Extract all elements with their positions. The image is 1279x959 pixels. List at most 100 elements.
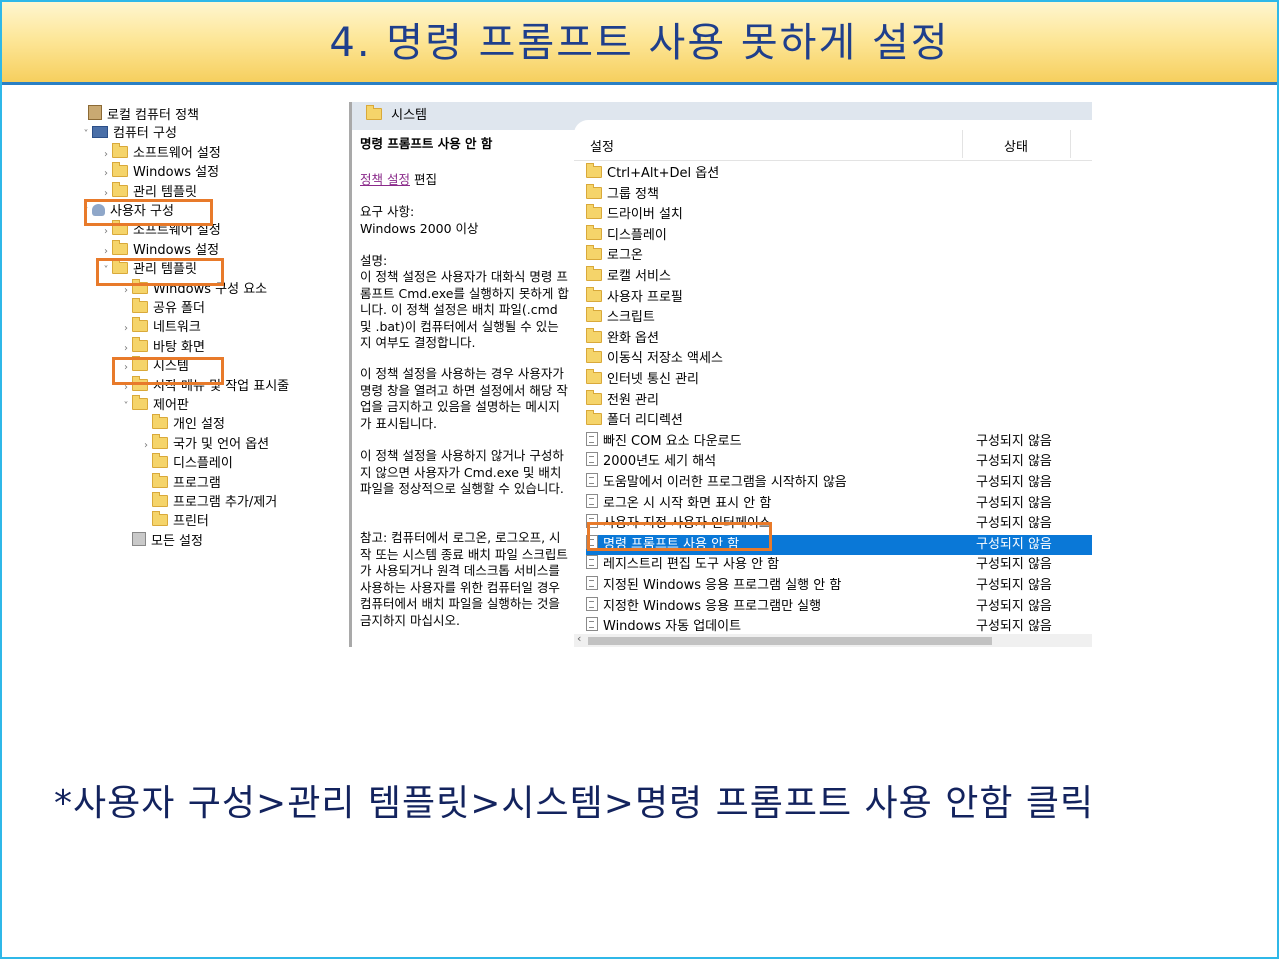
column-state[interactable]: 상태: [1004, 136, 1028, 155]
folder-icon: [152, 511, 168, 527]
scroll-left-icon[interactable]: ‹: [577, 632, 581, 645]
row-state: 구성되지 않음: [976, 578, 1052, 593]
folder-icon: [152, 433, 168, 449]
folder-row[interactable]: 그룹 정책: [586, 183, 1092, 205]
folder-icon: [132, 395, 148, 410]
computer-icon: [92, 126, 108, 139]
tree-item[interactable]: › Windows 설정: [100, 162, 219, 183]
policy-row[interactable]: 레지스트리 편집 도구 사용 안 함 구성되지 않음: [586, 555, 1092, 575]
chevron-right-icon[interactable]: ›: [100, 145, 112, 164]
row-label: 사용자 프로필: [607, 289, 683, 305]
row-label: 레지스트리 편집 도구 사용 안 함: [603, 557, 780, 573]
edit-policy-line: 정책 설정 편집: [360, 172, 437, 189]
policy-icon: [586, 431, 598, 446]
folder-icon: [112, 142, 128, 158]
requirements-label: 요구 사항:: [360, 204, 415, 219]
folder-row[interactable]: 전원 관리: [586, 389, 1092, 411]
tree-item[interactable]: ˅ 컴퓨터 구성: [80, 124, 177, 143]
row-label: 이동식 저장소 액세스: [607, 351, 723, 367]
row-state: 구성되지 않음: [976, 536, 1052, 552]
slide-title: 4. 명령 프롬프트 사용 못하게 설정: [329, 20, 950, 66]
tree-item-label: Windows 설정: [133, 242, 220, 258]
folder-row[interactable]: 로그온: [586, 245, 1092, 266]
folder-icon: [586, 286, 602, 302]
folder-row[interactable]: 스크립트: [586, 307, 1092, 328]
slide-caption: *사용자 구성>관리 템플릿>시스템>명령 프롬프트 사용 안함 클릭: [54, 783, 1095, 824]
chevron-down-icon[interactable]: ˅: [80, 125, 92, 144]
folder-row[interactable]: 로캘 서비스: [586, 266, 1092, 287]
tree-item-label: 디스플레이: [173, 456, 233, 472]
chevron-right-icon[interactable]: ›: [140, 436, 152, 455]
tree-item[interactable]: 개인 설정: [140, 414, 225, 434]
folder-row[interactable]: 드라이버 설치: [586, 204, 1092, 225]
folder-row[interactable]: 폴더 리디렉션: [586, 410, 1092, 431]
folder-row[interactable]: 이동식 저장소 액세스: [586, 348, 1092, 369]
policy-row[interactable]: 지정된 Windows 응용 프로그램 실행 안 함 구성되지 않음: [586, 576, 1092, 596]
tree-item[interactable]: 디스플레이: [140, 453, 233, 473]
highlight-user-config: [84, 199, 213, 226]
column-separator[interactable]: [962, 130, 963, 158]
tree-item[interactable]: 프린터: [140, 511, 209, 531]
folder-icon: [586, 307, 602, 323]
policy-icon: [586, 596, 598, 611]
row-label: 인터넷 통신 관리: [607, 372, 699, 387]
chevron-right-icon[interactable]: ›: [120, 319, 132, 338]
tree-item[interactable]: 프로그램 추가/제거: [140, 492, 277, 512]
chevron-down-icon[interactable]: ˅: [120, 397, 132, 416]
folder-icon: [366, 105, 387, 123]
column-setting[interactable]: 설정: [590, 136, 614, 155]
policy-row[interactable]: 빠진 COM 요소 다운로드 구성되지 않음: [586, 431, 1092, 452]
chevron-right-icon[interactable]: ›: [100, 164, 112, 183]
tree-item-label: 관리 템플릿: [133, 184, 197, 200]
folder-row[interactable]: 완화 옵션: [586, 327, 1092, 349]
all-settings-icon: [132, 531, 146, 546]
gpedit-screenshot: 로컬 컴퓨터 정책 ˅ 컴퓨터 구성 › 소프트웨어 설정 › Windows 설정 › 관리 …: [74, 102, 1092, 647]
highlight-system: [112, 357, 224, 385]
tree-item[interactable]: › 소프트웨어 설정: [100, 142, 221, 164]
tree-item[interactable]: › 바탕 화면: [120, 336, 205, 358]
column-header: 설정 상태: [574, 120, 1092, 161]
tree-item-label: 프로그램: [173, 475, 221, 491]
folder-row[interactable]: 사용자 프로필: [586, 286, 1092, 308]
horizontal-scrollbar[interactable]: ‹: [574, 632, 1092, 647]
edit-policy-link[interactable]: 정책 설정: [360, 172, 410, 187]
tree-item[interactable]: 프로그램: [140, 472, 221, 493]
policy-row[interactable]: 2000년도 세기 해석 구성되지 않음: [586, 452, 1092, 472]
tree-item-label: 소프트웨어 설정: [133, 145, 221, 161]
folder-row[interactable]: 디스플레이: [586, 224, 1092, 246]
policy-row[interactable]: 로그온 시 시작 화면 표시 안 함 구성되지 않음: [586, 493, 1092, 514]
row-label: 로그온 시 시작 화면 표시 안 함: [603, 495, 772, 511]
folder-row[interactable]: Ctrl+Alt+Del 옵션: [586, 163, 1092, 184]
column-separator[interactable]: [1070, 130, 1071, 158]
description-pane: 명령 프롬프트 사용 안 함 정책 설정 편집 요구 사항: Windows 2…: [352, 130, 574, 647]
folder-icon: [586, 183, 602, 199]
policy-icon: [586, 493, 598, 508]
tree-item[interactable]: › 네트워크: [120, 317, 201, 338]
highlight-cmd-policy: [587, 522, 772, 551]
policy-icon: [586, 452, 598, 467]
row-state: 구성되지 않음: [976, 516, 1052, 532]
policy-row[interactable]: 지정한 Windows 응용 프로그램만 실행 구성되지 않음: [586, 596, 1092, 617]
tree-item[interactable]: 모든 설정: [120, 531, 203, 551]
folder-icon: [152, 414, 168, 430]
folder-row[interactable]: 인터넷 통신 관리: [586, 369, 1092, 390]
title-bar: 4. 명령 프롬프트 사용 못하게 설정: [2, 2, 1277, 85]
tree-item[interactable]: 공유 폴더: [120, 298, 205, 318]
description-p4: 참고: 컴퓨터에서 로그온, 로그오프, 시작 또는 시스템 종료 배치 파일 …: [360, 530, 568, 628]
folder-icon: [112, 239, 128, 255]
book-icon: [88, 105, 102, 120]
policy-icon: [586, 617, 598, 632]
row-label: 완화 옵션: [607, 330, 659, 346]
tree-item-label: 공유 폴더: [153, 301, 205, 316]
tree-item[interactable]: › 국가 및 언어 옵션: [140, 433, 269, 455]
row-label: 로그온: [607, 248, 643, 264]
scrollbar-thumb[interactable]: [588, 637, 992, 645]
tree-item[interactable]: › Windows 설정: [100, 239, 220, 260]
chevron-right-icon[interactable]: ›: [120, 339, 132, 358]
description-p1: 이 정책 설정은 사용자가 대화식 명령 프롬프트 Cmd.exe를 실행하지 …: [360, 269, 569, 350]
row-state: 구성되지 않음: [976, 557, 1052, 573]
policy-row[interactable]: 도움말에서 이러한 프로그램을 시작하지 않음 구성되지 않음: [586, 473, 1092, 493]
tree-item[interactable]: 로컬 컴퓨터 정책: [76, 105, 199, 124]
tree-item[interactable]: ˅ 제어판: [120, 395, 189, 416]
row-label: 로캘 서비스: [607, 269, 671, 284]
